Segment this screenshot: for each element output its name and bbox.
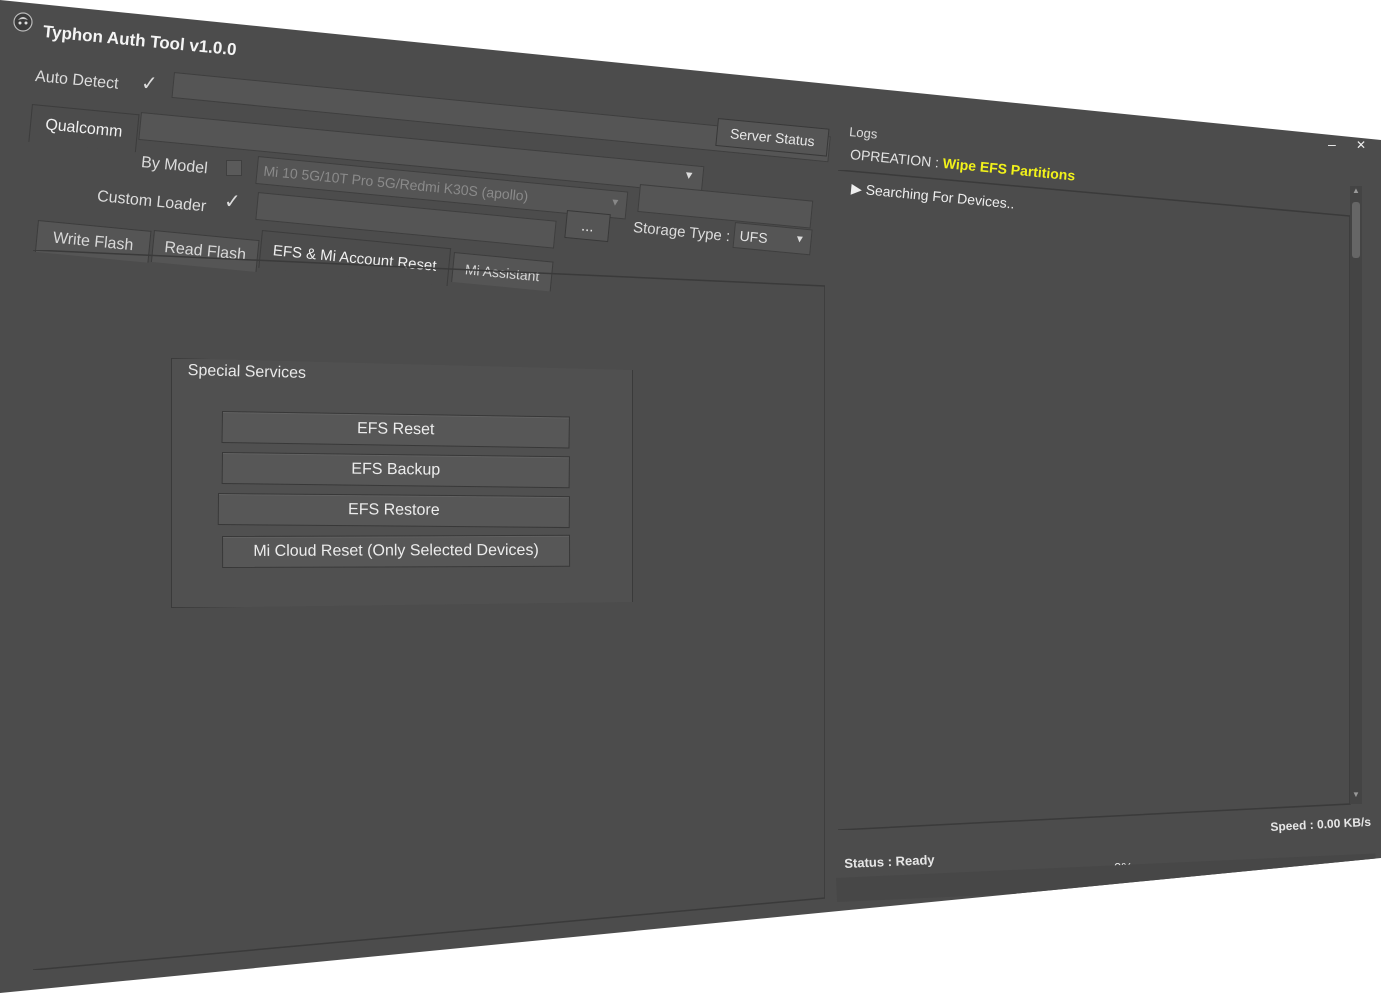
efs-backup-label: EFS Backup [351, 460, 441, 479]
close-icon[interactable]: ✕ [1356, 138, 1366, 152]
progress-bar-fill [836, 878, 838, 902]
efs-reset-label: EFS Reset [356, 420, 435, 439]
auto-detect-label: Auto Detect [34, 68, 120, 93]
log-scrollbar[interactable]: ▲ ▼ [1350, 186, 1362, 804]
scroll-up-icon[interactable]: ▲ [1352, 186, 1360, 195]
custom-loader-label: Custom Loader [96, 188, 207, 216]
chevron-down-icon: ▼ [682, 169, 695, 183]
tab-qualcomm[interactable]: Qualcomm [28, 104, 140, 153]
auto-detect-checkbox[interactable]: ✓ [141, 74, 158, 94]
browse-label: ... [580, 216, 595, 236]
tab-content-border [33, 250, 825, 970]
chevron-down-icon: ▼ [794, 233, 806, 246]
chevron-down-icon: ▼ [609, 197, 621, 209]
mi-cloud-reset-label: Mi Cloud Reset (Only Selected Devices) [253, 541, 539, 560]
app-window: Typhon Auth Tool v1.0.0 Auto Detect ✓ Qu… [0, 0, 1381, 993]
efs-restore-button[interactable]: EFS Restore [217, 493, 570, 529]
operation-label: OPREATION : [849, 146, 940, 171]
efs-backup-button[interactable]: EFS Backup [221, 452, 570, 489]
by-model-label: By Model [140, 154, 209, 178]
browse-button[interactable]: ... [564, 210, 611, 243]
minimize-icon[interactable]: – [1328, 136, 1336, 152]
mi-cloud-reset-button[interactable]: Mi Cloud Reset (Only Selected Devices) [222, 534, 571, 568]
efs-restore-label: EFS Restore [347, 501, 440, 519]
log-output-area [838, 170, 1358, 830]
storage-type-label: Storage Type : [632, 219, 731, 246]
log-area-border [838, 170, 1351, 830]
by-model-checkbox[interactable] [226, 160, 242, 176]
tab-qualcomm-label: Qualcomm [44, 115, 124, 141]
window-title: Typhon Auth Tool v1.0.0 [42, 22, 238, 60]
server-status-label: Server Status [729, 125, 816, 150]
special-services-title: Special Services [187, 362, 307, 382]
play-arrow-icon: ▶ [850, 180, 863, 197]
log-scrollbar-thumb[interactable] [1352, 202, 1360, 258]
logs-title: Logs [848, 124, 879, 142]
efs-reset-button[interactable]: EFS Reset [221, 411, 570, 449]
tab-content-panel [33, 250, 825, 970]
scroll-down-icon[interactable]: ▼ [1352, 790, 1360, 799]
status-text: Status : Ready [844, 852, 935, 871]
app-logo-icon [13, 12, 33, 32]
custom-loader-checkbox[interactable]: ✓ [224, 192, 241, 212]
storage-type-value: UFS [738, 227, 769, 247]
